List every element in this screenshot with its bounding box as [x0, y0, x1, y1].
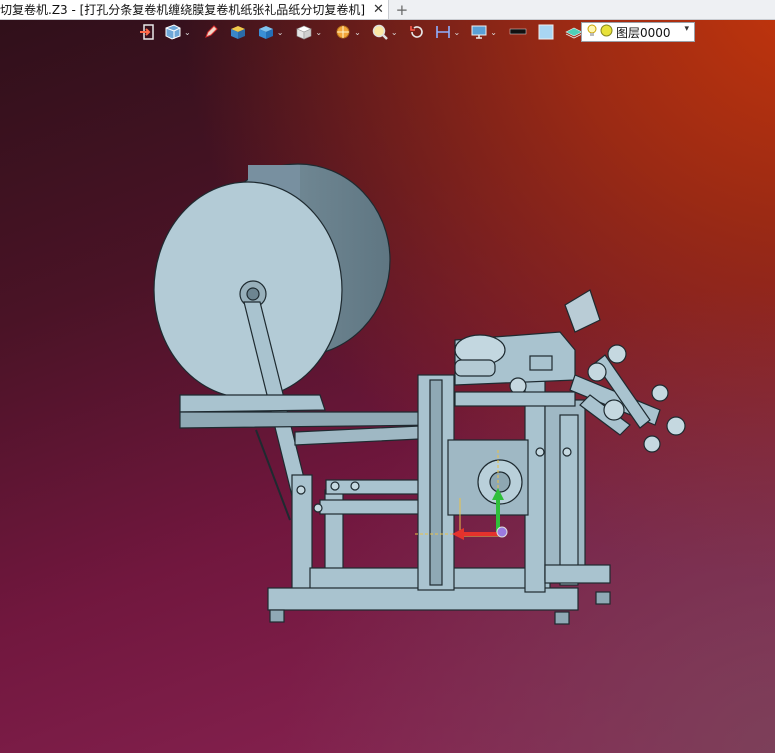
chevron-down-icon[interactable]: ⌄ [354, 28, 361, 37]
new-tab-button[interactable]: + [389, 0, 415, 19]
pencil-icon[interactable] [202, 22, 220, 42]
view-toolbar: ⌄ ⌄ ⌄ ⌄ ⌄ ⌄ ⌄ [137, 21, 593, 43]
sun-render-icon[interactable]: ⌄ [333, 22, 362, 42]
chevron-down-icon[interactable]: ⌄ [454, 28, 461, 37]
rotate-icon[interactable] [407, 22, 427, 42]
display-icon[interactable]: ⌄ [469, 22, 498, 42]
chevron-down-icon[interactable]: ⌄ [315, 28, 322, 37]
fill-color-swatch[interactable] [536, 22, 556, 42]
shaded-box-icon[interactable] [228, 22, 248, 42]
document-tab-bar: 切复卷机.Z3 - [打孔分条复卷机缠绕膜复卷机纸张礼品纸分切复卷机] ✕ + [0, 0, 775, 20]
document-tab-title: 切复卷机.Z3 - [打孔分条复卷机缠绕膜复卷机纸张礼品纸分切复卷机] [0, 3, 365, 17]
dimension-icon[interactable]: ⌄ [433, 22, 462, 42]
chevron-down-icon[interactable]: ▾ [684, 24, 689, 34]
solid-cube-icon[interactable]: ⌄ [256, 22, 285, 42]
layer-dropdown[interactable]: 图层0000 ▾ [581, 22, 695, 42]
exit-icon[interactable] [137, 22, 157, 42]
slitter-rewinder-model[interactable] [0, 20, 775, 753]
chevron-down-icon[interactable]: ⌄ [184, 28, 191, 37]
view-orient-icon[interactable]: ⌄ [163, 22, 192, 42]
line-color-swatch[interactable] [508, 22, 528, 42]
lightbulb-icon[interactable] [586, 24, 598, 41]
close-tab-icon[interactable]: ✕ [373, 2, 384, 17]
3d-viewport[interactable]: ⌄ ⌄ ⌄ ⌄ ⌄ ⌄ ⌄ 图层0000 ▾ [0, 20, 775, 753]
chevron-down-icon[interactable]: ⌄ [391, 28, 398, 37]
chevron-down-icon[interactable]: ⌄ [277, 28, 284, 37]
chevron-down-icon[interactable]: ⌄ [490, 28, 497, 37]
control-panel [564, 289, 601, 333]
document-tab[interactable]: 切复卷机.Z3 - [打孔分条复卷机缠绕膜复卷机纸张礼品纸分切复卷机] ✕ [0, 0, 389, 19]
layer-color-icon[interactable] [600, 24, 613, 40]
zoom-icon[interactable]: ⌄ [370, 22, 399, 42]
left-table [179, 394, 326, 413]
wire-cube-icon[interactable]: ⌄ [294, 22, 323, 42]
layer-name: 图层0000 [616, 25, 671, 40]
